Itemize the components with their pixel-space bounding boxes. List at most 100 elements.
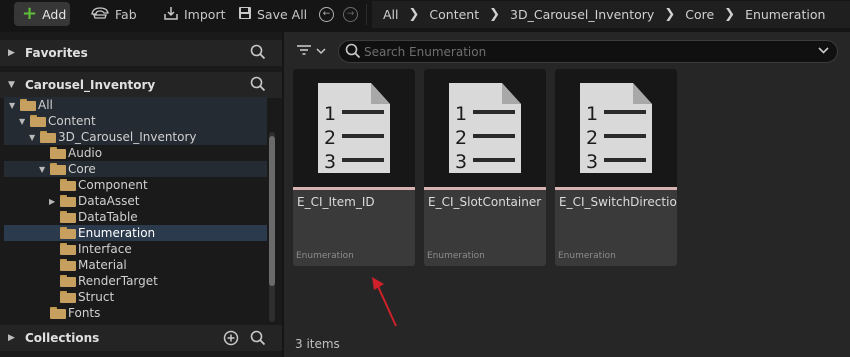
search-icon[interactable] (250, 76, 266, 95)
tree-item-label: All (38, 98, 53, 112)
collections-header[interactable]: ▶ Collections (0, 325, 282, 351)
chevron-right-icon: ▶ (8, 333, 15, 343)
folder-icon (60, 195, 76, 207)
import-label: Import (184, 6, 226, 22)
search-bar[interactable] (338, 40, 838, 63)
chevron-down-icon[interactable]: ▼ (29, 133, 35, 142)
tree-item-struct[interactable]: Struct (4, 289, 267, 305)
tree-item-label: Fonts (68, 306, 101, 320)
forward-icon[interactable]: → (343, 7, 358, 22)
tree-item-core[interactable]: ▼ Core (4, 161, 267, 177)
chevron-down-icon[interactable]: ▼ (9, 101, 15, 110)
folder-icon (40, 131, 56, 143)
asset-tile[interactable]: 1 2 3 E_CI_Item_ID Enumeration (293, 69, 415, 266)
tree-item-project[interactable]: ▼ 3D_Carousel_Inventory (4, 129, 267, 145)
svg-text:1: 1 (324, 103, 336, 125)
search-icon (345, 43, 361, 62)
tree-item-label: Material (78, 258, 127, 272)
fab-button[interactable]: Fab (90, 2, 137, 26)
folder-icon (30, 115, 46, 127)
tree-item-rendertarget[interactable]: RenderTarget (4, 273, 267, 289)
plus-icon: + (22, 3, 38, 24)
chevron-right-icon[interactable]: ❯ (717, 7, 742, 22)
folder-tree: ▼ All ▼ Content ▼ 3D_Carousel_Inventory … (4, 97, 267, 321)
asset-thumbnail: 1 2 3 (293, 69, 415, 187)
chevron-right-icon[interactable]: ❯ (402, 7, 427, 22)
svg-text:2: 2 (586, 127, 598, 149)
tree-item-label: Enumeration (78, 226, 156, 240)
favorites-header[interactable]: ▶ Favorites (0, 40, 282, 66)
folder-icon (60, 211, 76, 223)
svg-text:2: 2 (324, 127, 336, 149)
item-count: 3 items (295, 337, 340, 351)
tree-item-audio[interactable]: Audio (4, 145, 267, 161)
folder-icon (60, 275, 76, 287)
save-all-button[interactable]: Save All (238, 2, 307, 26)
tree-item-label: Struct (78, 290, 115, 304)
chevron-down-icon[interactable]: ▼ (19, 117, 25, 126)
back-icon[interactable]: ← (319, 7, 334, 22)
tree-item-label: Component (78, 178, 148, 192)
chevron-right-icon[interactable]: ▶ (49, 197, 55, 206)
tree-item-datatable[interactable]: DataTable (4, 209, 267, 225)
annotation-arrow-icon (372, 277, 397, 327)
search-icon[interactable] (250, 330, 266, 349)
search-input[interactable] (364, 43, 804, 60)
svg-text:2: 2 (455, 127, 467, 149)
tree-item-content[interactable]: ▼ Content (4, 113, 267, 129)
breadcrumb-item-project[interactable]: 3D_Carousel_Inventory (507, 7, 657, 22)
favorites-label: Favorites (25, 46, 88, 60)
tree-item-enumeration[interactable]: Enumeration (4, 225, 267, 241)
filter-button[interactable] (296, 42, 330, 60)
asset-type: Enumeration (296, 251, 354, 261)
chevron-right-icon: ▶ (8, 48, 15, 58)
toolbar: + Add Fab Import Save All ← → All ❯ Cont… (0, 0, 850, 30)
asset-color-stripe (424, 187, 546, 190)
tree-item-material[interactable]: Material (4, 257, 267, 273)
folder-icon (20, 99, 36, 111)
asset-name: E_CI_SwitchDirection (559, 195, 677, 209)
chevron-down-icon[interactable] (818, 46, 829, 57)
asset-thumbnail: 1 2 3 (424, 69, 546, 187)
asset-name: E_CI_SlotContainer (428, 195, 542, 209)
filter-icon (296, 44, 312, 59)
tree-item-component[interactable]: Component (4, 177, 267, 193)
asset-type: Enumeration (558, 251, 616, 261)
breadcrumb-item-core[interactable]: Core (682, 7, 717, 22)
breadcrumb-item-enumeration[interactable]: Enumeration (742, 7, 828, 22)
chevron-down-icon[interactable]: ▼ (39, 165, 45, 174)
search-icon[interactable] (250, 44, 266, 63)
folder-icon (60, 179, 76, 191)
folder-icon (50, 147, 66, 159)
folder-icon (50, 307, 66, 319)
project-header[interactable]: ▼ Carousel_Inventory (0, 72, 282, 98)
tree-item-fonts[interactable]: Fonts (4, 305, 267, 321)
svg-text:3: 3 (455, 151, 467, 173)
sources-panel: ▶ Favorites ▼ Carousel_Inventory ▼ All ▼… (0, 32, 282, 357)
tree-item-label: Interface (78, 242, 132, 256)
chevron-right-icon[interactable]: ❯ (482, 7, 507, 22)
tree-item-all[interactable]: ▼ All (4, 97, 267, 113)
asset-tile[interactable]: 1 2 3 E_CI_SlotContainer Enumeration (424, 69, 546, 266)
tree-item-interface[interactable]: Interface (4, 241, 267, 257)
fab-icon (90, 6, 110, 23)
fab-label: Fab (115, 6, 137, 22)
add-button[interactable]: + Add (14, 2, 70, 26)
folder-icon (60, 227, 76, 239)
breadcrumb-item-all[interactable]: All (380, 7, 402, 22)
tree-item-dataasset[interactable]: ▶ DataAsset (4, 193, 267, 209)
tree-scrollbar[interactable] (269, 132, 275, 322)
scrollbar-thumb[interactable] (269, 136, 275, 286)
svg-text:1: 1 (586, 103, 598, 125)
breadcrumb-item-content[interactable]: Content (426, 7, 482, 22)
folder-icon (60, 259, 76, 271)
tree-item-label: Content (48, 114, 96, 128)
svg-text:3: 3 (324, 151, 336, 173)
chevron-right-icon[interactable]: ❯ (657, 7, 682, 22)
add-collection-icon[interactable] (223, 330, 239, 349)
asset-tile[interactable]: 1 2 3 E_CI_SwitchDirection Enumeration (555, 69, 677, 266)
collections-label: Collections (25, 331, 100, 345)
import-button[interactable]: Import (163, 2, 226, 26)
svg-text:1: 1 (455, 103, 467, 125)
tree-item-label: DataTable (78, 210, 138, 224)
